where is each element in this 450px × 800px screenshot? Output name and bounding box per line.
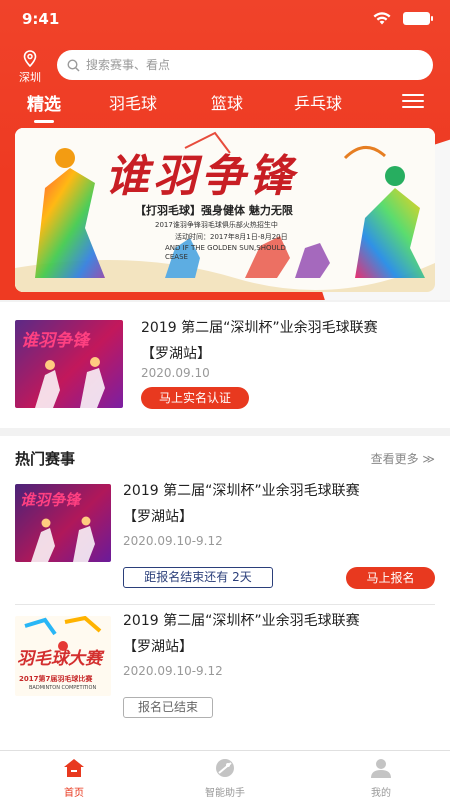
profile-icon	[371, 759, 391, 778]
banner-line: 活动时间：2017年8月1日-8月20日	[175, 233, 288, 241]
more-tabs-menu-icon[interactable]	[402, 94, 424, 108]
search-bar[interactable]	[57, 50, 433, 80]
banner-subtitle: 【打羽毛球】强身健体 魅力无限	[135, 204, 293, 217]
thumbnail-subtitle: BADMINTON COMPETITION	[29, 685, 97, 691]
event-title-line: 【罗湖站】	[123, 509, 193, 525]
wifi-icon	[373, 12, 391, 25]
event-title-line: 2019 第二届“深圳杯”业余羽毛球联赛	[123, 483, 360, 499]
event-thumbnail: 谁羽争锋	[15, 320, 123, 408]
event-title: 2019 第二届“深圳杯”业余羽毛球联赛 【罗湖站】	[141, 315, 441, 367]
tab-table-tennis[interactable]: 乒乓球	[294, 90, 342, 114]
event-date: 2020.09.10-9.12	[123, 534, 223, 548]
location-pin-icon	[23, 50, 37, 67]
tab-badminton[interactable]: 羽毛球	[109, 90, 157, 114]
tab-label: 首页	[64, 788, 84, 799]
status-time: 9:41	[22, 10, 60, 28]
thumbnail-subtitle: 2017第7届羽毛球比赛	[19, 675, 93, 683]
tab-label: 我的	[371, 788, 391, 799]
search-icon	[67, 58, 80, 72]
featured-event-card[interactable]: 谁羽争锋 2019 第二届“深圳杯”业余羽毛球联赛 【罗湖站】 2020.09.…	[0, 302, 450, 428]
banner-line: 2017谁羽争锋羽毛球俱乐部火热招生中	[155, 221, 278, 229]
event-title-line: 【罗湖站】	[123, 639, 193, 655]
register-button[interactable]: 马上报名	[346, 567, 435, 589]
divider	[15, 604, 435, 605]
banner-title: 谁羽争锋	[105, 151, 297, 202]
location-city: 深圳	[19, 71, 41, 84]
event-date: 2020.09.10	[141, 366, 210, 380]
list-item[interactable]: 羽毛球大赛 2017第7届羽毛球比赛 BADMINTON COMPETITION…	[0, 608, 450, 732]
event-title-line: 【罗湖站】	[141, 346, 211, 362]
event-title-line: 2019 第二届“深圳杯”业余羽毛球联赛	[141, 320, 378, 336]
battery-icon	[403, 12, 433, 25]
registration-countdown-badge: 距报名结束还有 2天	[123, 567, 273, 588]
event-thumbnail: 羽毛球大赛 2017第7届羽毛球比赛 BADMINTON COMPETITION	[15, 616, 111, 696]
tab-label: 智能助手	[205, 788, 245, 799]
event-title: 2019 第二届“深圳杯”业余羽毛球联赛 【罗湖站】	[123, 608, 438, 660]
banner-line: AND IF THE GOLDEN SUN,SHOULD CEASE	[165, 244, 286, 261]
location-selector[interactable]: 深圳	[12, 50, 48, 85]
thumbnail-title: 谁羽争锋	[20, 491, 81, 509]
promo-banner[interactable]: 谁羽争锋 【打羽毛球】强身健体 魅力无限 2017谁羽争锋羽毛球俱乐部火热招生中…	[15, 128, 435, 292]
category-tabs: 精选 羽毛球 篮球 乒乓球	[0, 90, 450, 123]
see-more-link[interactable]: 查看更多 ≫	[371, 450, 435, 467]
tab-home[interactable]: 首页	[29, 751, 119, 800]
thumbnail-title: 谁羽争锋	[21, 331, 89, 351]
search-input[interactable]	[86, 58, 386, 72]
event-title: 2019 第二届“深圳杯”业余羽毛球联赛 【罗湖站】	[123, 478, 438, 530]
tab-profile[interactable]: 我的	[336, 751, 426, 800]
status-bar: 9:41	[0, 0, 450, 40]
verify-identity-button[interactable]: 马上实名认证	[141, 387, 249, 409]
tab-basketball[interactable]: 篮球	[211, 90, 243, 114]
home-icon	[64, 759, 84, 777]
bottom-tab-bar: 首页 智能助手 我的	[0, 750, 450, 800]
event-title-line: 2019 第二届“深圳杯”业余羽毛球联赛	[123, 613, 360, 629]
event-thumbnail: 谁羽争锋	[15, 484, 111, 562]
section-title: 热门赛事	[15, 450, 76, 468]
assistant-icon	[216, 759, 234, 777]
tab-featured[interactable]: 精选	[27, 90, 61, 123]
tab-assistant[interactable]: 智能助手	[180, 751, 270, 800]
thumbnail-title: 羽毛球大赛	[17, 649, 102, 669]
list-item[interactable]: 谁羽争锋 2019 第二届“深圳杯”业余羽毛球联赛 【罗湖站】 2020.09.…	[0, 478, 450, 602]
registration-closed-badge: 报名已结束	[123, 697, 213, 718]
event-date: 2020.09.10-9.12	[123, 664, 223, 678]
hot-events-section: 热门赛事 查看更多 ≫ 谁羽争锋 2019 第二届“深圳杯”业余羽毛球联赛 【罗…	[0, 436, 450, 750]
